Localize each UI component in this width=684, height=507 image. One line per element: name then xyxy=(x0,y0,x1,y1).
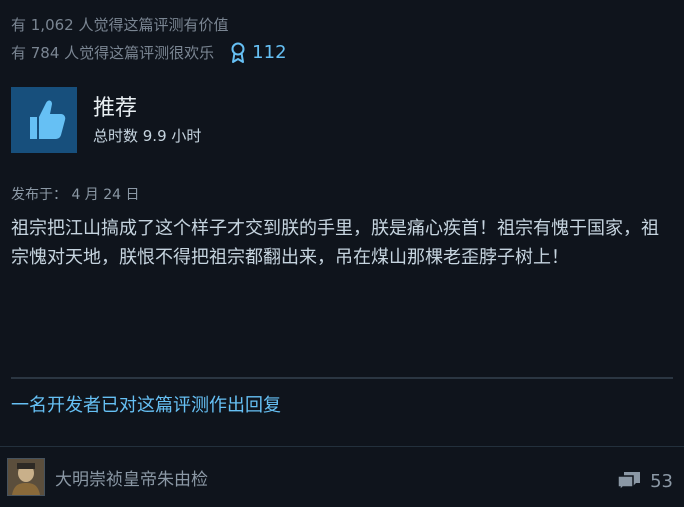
award-count: 112 xyxy=(252,42,287,63)
thumbs-up-icon xyxy=(11,87,77,153)
review-body: 祖宗把江山搞成了这个样子才交到朕的手里，朕是痛心疾首！祖宗有愧于国家，祖宗愧对天… xyxy=(11,218,659,268)
author-info[interactable]: 大明崇祯皇帝朱由检 xyxy=(7,458,208,496)
vote-summary: 有 1,062 人觉得这篇评测有价值 有 784 人觉得这篇评测很欢乐 112 xyxy=(11,11,287,67)
avatar[interactable] xyxy=(7,458,45,496)
author-name[interactable]: 大明崇祯皇帝朱由检 xyxy=(55,465,208,490)
developer-reply-link[interactable]: 一名开发者已对这篇评测作出回复 xyxy=(11,391,281,417)
recommendation-header: 推荐 总时数 9.9 小时 xyxy=(11,87,201,153)
recommendation-label: 推荐 xyxy=(93,96,138,121)
helpful-count: 有 1,062 人觉得这篇评测有价值 xyxy=(11,16,229,34)
divider xyxy=(0,446,684,447)
comments-button[interactable]: 53 xyxy=(616,470,673,492)
comment-bubble-icon xyxy=(617,472,641,492)
playtime-hours: 总时数 9.9 小时 xyxy=(93,127,202,145)
divider xyxy=(11,377,673,379)
posted-date: 发布于： 4 月 24 日 xyxy=(11,187,140,203)
funny-count: 有 784 人觉得这篇评测很欢乐 xyxy=(11,44,215,62)
award-ribbon-icon xyxy=(231,42,245,63)
comment-count: 53 xyxy=(650,470,673,492)
award-button[interactable]: 112 xyxy=(230,39,287,67)
